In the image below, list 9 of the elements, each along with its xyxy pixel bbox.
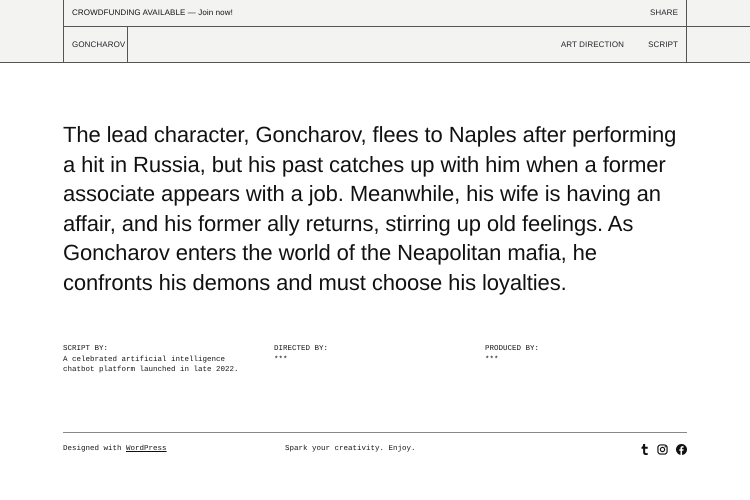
share-link[interactable]: SHARE — [650, 7, 678, 19]
site-title[interactable]: GONCHAROV — [72, 38, 126, 50]
announcement-text: CROWDFUNDING AVAILABLE — Join now! — [72, 7, 233, 19]
tumblr-icon[interactable] — [640, 444, 649, 454]
nav-link[interactable]: SCRIPT — [648, 38, 678, 50]
synopsis-paragraph: The lead character, Goncharov, flees to Naples after performing a hit in Russia, but his past catches up with him when a former associate appears with a job. Meanwhile, his wife is having an affair, and his former ally returns, stirring up old feelings. As Goncharov enters the world of the Neapolitan mafia, he confronts his demons and must choose his loyalties. — [63, 121, 678, 297]
instagram-icon[interactable] — [657, 444, 668, 454]
nav-link[interactable]: ART DIRECTION — [560, 38, 624, 50]
facebook-icon[interactable] — [676, 444, 687, 454]
